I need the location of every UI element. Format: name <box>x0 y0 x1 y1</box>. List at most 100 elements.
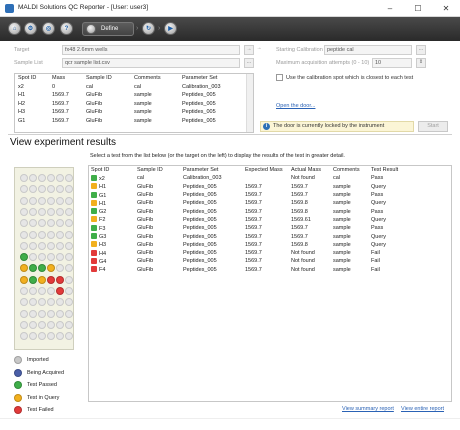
plate-spot[interactable] <box>56 275 64 284</box>
sample-list-browse-button[interactable]: ... <box>244 58 254 68</box>
plate-spot[interactable] <box>56 298 64 307</box>
plate-spot[interactable] <box>65 207 73 216</box>
view-entire-report-link[interactable]: View entire report <box>401 406 444 412</box>
plate-spot[interactable] <box>29 196 37 205</box>
plate-spot[interactable] <box>38 275 46 284</box>
sample-list-field[interactable]: qcr sample list.csv <box>62 58 240 68</box>
plate-spot[interactable] <box>56 287 64 295</box>
plate-spot[interactable] <box>29 253 37 262</box>
plate-spot[interactable] <box>56 309 64 318</box>
results-row[interactable]: H1 GluFib Peptides_005 1569.7 1569.8 sample Qu… <box>89 199 419 207</box>
plate-spot[interactable] <box>47 230 55 239</box>
plate-spot[interactable] <box>65 298 73 307</box>
plate-spot[interactable] <box>56 196 64 205</box>
table-scrollbar[interactable] <box>246 74 253 132</box>
plate-spot[interactable] <box>29 185 37 194</box>
plate-spot[interactable] <box>38 253 46 262</box>
plate-spot[interactable] <box>38 332 46 341</box>
plate-spot[interactable] <box>47 174 55 182</box>
open-door-link[interactable]: Open the door... <box>276 103 315 109</box>
view-summary-report-link[interactable]: View summary report <box>342 406 394 412</box>
plate-spot[interactable] <box>38 287 46 295</box>
max-attempts-spinner[interactable]: ⇕ <box>416 58 426 68</box>
plate-spot[interactable] <box>20 332 28 341</box>
plate-spot[interactable] <box>38 219 46 228</box>
plate-spot[interactable] <box>20 174 28 182</box>
closest-calibration-checkbox[interactable] <box>276 74 283 81</box>
close-button[interactable]: ✕ <box>432 0 460 17</box>
results-row[interactable]: H1 GluFib Peptides_005 1569.7 1569.7 sample Qu… <box>89 183 419 191</box>
plate-spot[interactable] <box>29 275 37 284</box>
plate-spot[interactable] <box>29 309 37 318</box>
plate-spot[interactable] <box>65 253 73 262</box>
plate-spot[interactable] <box>38 241 46 250</box>
plate-spot[interactable] <box>29 174 37 182</box>
results-row[interactable]: G3 GluFib Peptides_005 1569.7 1569.7 sample Qu… <box>89 232 419 240</box>
plate-spot[interactable] <box>65 174 73 182</box>
plate-spot[interactable] <box>47 275 55 284</box>
plate-spot[interactable] <box>20 230 28 239</box>
acquire-step-icon[interactable]: ↻ <box>142 22 155 35</box>
plate-spot[interactable] <box>65 287 73 295</box>
plate-spot[interactable] <box>65 264 73 273</box>
results-row[interactable]: H4 GluFib Peptides_005 1569.7 Not found sampl… <box>89 249 419 257</box>
plate-spot[interactable] <box>38 207 46 216</box>
table-row[interactable]: x2 0 cal cal Calibration_003 <box>15 83 241 92</box>
table-row[interactable]: H1 1569.7 GluFib sample Peptides_005 <box>15 91 241 100</box>
plate-spot[interactable] <box>47 309 55 318</box>
report-step-icon[interactable]: ▶ <box>164 22 177 35</box>
plate-spot[interactable] <box>29 241 37 250</box>
plate-spot[interactable] <box>47 185 55 194</box>
plate-spot[interactable] <box>47 298 55 307</box>
plate-spot[interactable] <box>65 196 73 205</box>
plate-spot[interactable] <box>47 219 55 228</box>
plate-spot[interactable] <box>56 207 64 216</box>
plate-spot[interactable] <box>38 298 46 307</box>
plate-spot[interactable] <box>56 332 64 341</box>
plate-spot[interactable] <box>20 196 28 205</box>
results-row[interactable]: G4 GluFib Peptides_005 1569.7 Not found sampl… <box>89 257 419 265</box>
open-icon[interactable]: ◎ <box>42 22 55 35</box>
plate-spot[interactable] <box>47 207 55 216</box>
plate-spot[interactable] <box>47 332 55 341</box>
plate-spot[interactable] <box>29 332 37 341</box>
plate-spot[interactable] <box>65 275 73 284</box>
plate-spot[interactable] <box>47 241 55 250</box>
plate-spot[interactable] <box>47 287 55 295</box>
plate-spot[interactable] <box>65 320 73 329</box>
start-button[interactable]: Start <box>418 121 448 132</box>
table-row[interactable]: H3 1569.7 GluFib sample Peptides_005 <box>15 108 241 117</box>
max-attempts-field[interactable]: 10 <box>372 58 412 68</box>
plate-spot[interactable] <box>65 241 73 250</box>
plate-spot[interactable] <box>29 207 37 216</box>
plate-spot[interactable] <box>56 185 64 194</box>
home-icon[interactable]: ⌂ <box>8 22 21 35</box>
plate-spot[interactable] <box>56 253 64 262</box>
results-row[interactable]: x2 cal Calibration_003 Not found cal Pass <box>89 174 419 182</box>
plate-spot[interactable] <box>38 196 46 205</box>
plate-spot[interactable] <box>38 185 46 194</box>
plate-spot[interactable] <box>65 332 73 341</box>
plate-spot[interactable] <box>20 185 28 194</box>
plate-spot[interactable] <box>47 264 55 273</box>
plate-spot[interactable] <box>20 275 28 284</box>
calibration-field[interactable]: peptide cal <box>324 45 412 55</box>
plate-spot[interactable] <box>20 264 28 273</box>
plate-spot[interactable] <box>38 174 46 182</box>
target-arrow-button[interactable]: → <box>244 45 254 55</box>
plate-spot[interactable] <box>38 309 46 318</box>
results-row[interactable]: F3 GluFib Peptides_005 1569.7 1569.7 sample Pa… <box>89 224 419 232</box>
plate-spot[interactable] <box>20 219 28 228</box>
plate-spot[interactable] <box>29 298 37 307</box>
help-icon[interactable]: ? <box>60 22 73 35</box>
plate-spot[interactable] <box>38 230 46 239</box>
plate-spot[interactable] <box>38 320 46 329</box>
plate-spot[interactable] <box>65 230 73 239</box>
plate-spot[interactable] <box>56 241 64 250</box>
plate-spot[interactable] <box>29 219 37 228</box>
table-row[interactable]: G1 1569.7 GluFib sample Peptides_005 <box>15 117 241 126</box>
plate-spot[interactable] <box>65 185 73 194</box>
plate-spot[interactable] <box>29 287 37 295</box>
minimize-button[interactable]: – <box>376 0 404 17</box>
plate-spot[interactable] <box>20 287 28 295</box>
